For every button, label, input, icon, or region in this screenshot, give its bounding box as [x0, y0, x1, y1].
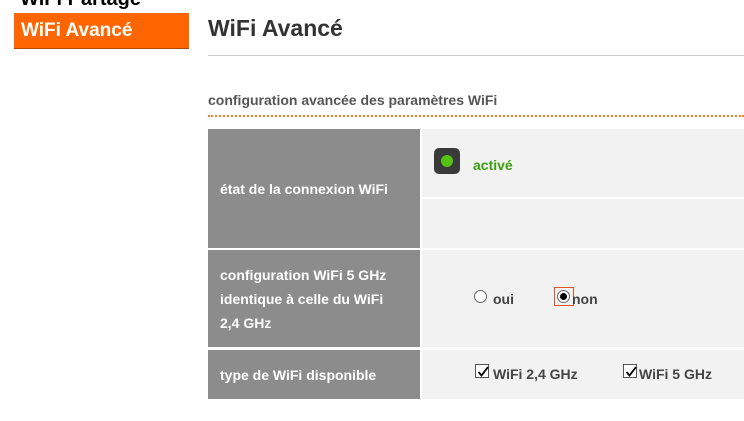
radio-non[interactable]	[557, 290, 570, 303]
status-empty-cell	[422, 199, 744, 248]
section-title: configuration avancée des paramètres WiF…	[208, 92, 498, 108]
same-config-label-line: identique à celle du WiFi	[220, 290, 384, 307]
wifi-type-label: type de WiFi disponible	[220, 366, 377, 383]
page-title: WiFi Avancé	[208, 15, 343, 41]
checkbox-wifi-24[interactable]	[475, 364, 489, 378]
sidebar-item-wifi-partage[interactable]: WiFi Partage	[20, 0, 141, 11]
section-divider	[208, 115, 744, 117]
radio-oui-label[interactable]: oui	[493, 291, 514, 307]
radio-oui[interactable]	[474, 290, 487, 303]
sidebar-item-wifi-avance[interactable]: WiFi Avancé	[14, 13, 189, 49]
same-config-label-cell: configuration WiFi 5 GHz identique à cel…	[208, 250, 420, 347]
checkbox-wifi-24-label[interactable]: WiFi 2,4 GHz	[493, 366, 578, 382]
status-value: activé	[473, 157, 513, 173]
status-label: état de la connexion WiFi	[220, 180, 388, 197]
radio-non-label[interactable]: non	[572, 291, 598, 307]
status-indicator-icon	[434, 148, 460, 174]
status-label-cell: état de la connexion WiFi	[208, 129, 420, 248]
wifi-type-label-cell: type de WiFi disponible	[208, 350, 420, 399]
check-icon	[477, 366, 489, 377]
status-dot-icon	[441, 155, 453, 167]
checkbox-wifi-5[interactable]	[623, 364, 637, 378]
checkbox-wifi-5-label[interactable]: WiFi 5 GHz	[639, 366, 712, 382]
same-config-label-line: configuration WiFi 5 GHz	[220, 266, 387, 283]
status-value-cell	[422, 129, 744, 197]
title-divider	[208, 55, 744, 56]
same-config-label-line: 2,4 GHz	[220, 314, 272, 331]
check-icon	[625, 366, 637, 377]
